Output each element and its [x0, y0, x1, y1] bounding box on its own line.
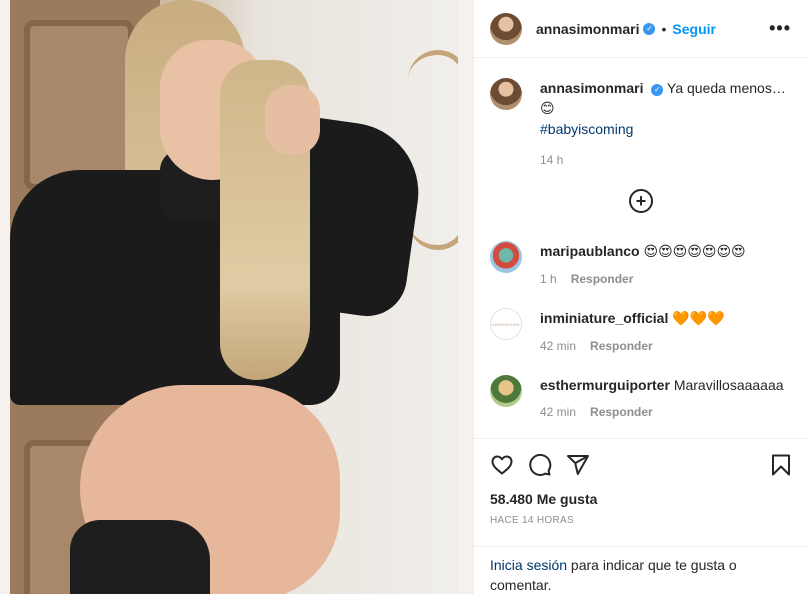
comment-item: esthermurguiporter Maravillosaaaaaa 42 m…	[490, 375, 792, 419]
verified-badge-icon: ✓	[643, 22, 656, 35]
login-prompt: Inicia sesión para indicar que te gusta …	[474, 546, 807, 594]
reply-button[interactable]: Responder	[590, 339, 653, 353]
comment-text: Maravillosaaaaaa	[673, 377, 784, 393]
verified-badge-icon: ✓	[651, 84, 664, 96]
comment-author[interactable]: inminiature_official	[540, 310, 668, 326]
comment-time[interactable]: 42 min	[540, 339, 576, 353]
comment-author[interactable]: esthermurguiporter	[540, 377, 670, 393]
bookmark-icon[interactable]	[770, 453, 792, 477]
post-sidebar: annasimonmari ✓ • Seguir ••• annasimonma…	[473, 0, 807, 594]
likes-count[interactable]: 58.480 Me gusta	[490, 491, 792, 507]
login-link[interactable]: Inicia sesión	[490, 557, 567, 573]
caption-hashtag[interactable]: #babyiscoming	[540, 119, 792, 139]
post-photo-pane	[0, 0, 473, 594]
comment-avatar[interactable]	[490, 241, 522, 273]
caption-time[interactable]: 14 h	[540, 153, 563, 167]
photo-pants	[70, 520, 210, 594]
comment-item: INMINIATURE inminiature_official 🧡🧡🧡 42 …	[490, 308, 792, 353]
comment-icon[interactable]	[528, 453, 552, 477]
header-separator: •	[661, 20, 667, 37]
load-more-comments: +	[490, 189, 792, 213]
caption-emoji: 😊	[540, 101, 555, 117]
comment-time[interactable]: 42 min	[540, 405, 576, 419]
reply-button[interactable]: Responder	[571, 272, 634, 286]
comment-avatar[interactable]: INMINIATURE	[490, 308, 522, 340]
author-username[interactable]: annasimonmari	[536, 21, 639, 37]
comments-list[interactable]: annasimonmari ✓ Ya queda menos… 😊 #babyi…	[474, 58, 807, 438]
comment-time[interactable]: 1 h	[540, 272, 557, 286]
comment-item: maripaublanco 😍😍😍😍😍😍😍 1 h Responder	[490, 241, 792, 286]
caption-avatar[interactable]	[490, 78, 522, 110]
comment-text: 🧡🧡🧡	[672, 311, 725, 327]
post-header: annasimonmari ✓ • Seguir •••	[474, 0, 807, 58]
caption: annasimonmari ✓ Ya queda menos… 😊 #babyi…	[490, 78, 792, 167]
wall-decoration	[408, 50, 458, 250]
comment-author[interactable]: maripaublanco	[540, 243, 640, 259]
author-avatar[interactable]	[490, 12, 522, 45]
more-options-icon[interactable]: •••	[769, 18, 791, 39]
photo-hand	[265, 85, 320, 155]
caption-author[interactable]: annasimonmari	[540, 80, 643, 96]
caption-text: Ya queda menos…	[667, 80, 786, 96]
share-icon[interactable]	[566, 453, 590, 477]
reply-button[interactable]: Responder	[590, 405, 653, 419]
comment-avatar[interactable]	[490, 375, 522, 407]
follow-button[interactable]: Seguir	[672, 21, 716, 37]
post-photo[interactable]	[10, 0, 458, 594]
comment-text: 😍😍😍😍😍😍😍	[643, 244, 746, 260]
post-actions: 58.480 Me gusta HACE 14 HORAS	[474, 438, 807, 546]
add-circle-icon[interactable]: +	[629, 189, 653, 213]
post-date[interactable]: HACE 14 HORAS	[490, 515, 792, 526]
heart-icon[interactable]	[490, 453, 514, 477]
avatar-logo-text: INMINIATURE	[492, 321, 520, 327]
